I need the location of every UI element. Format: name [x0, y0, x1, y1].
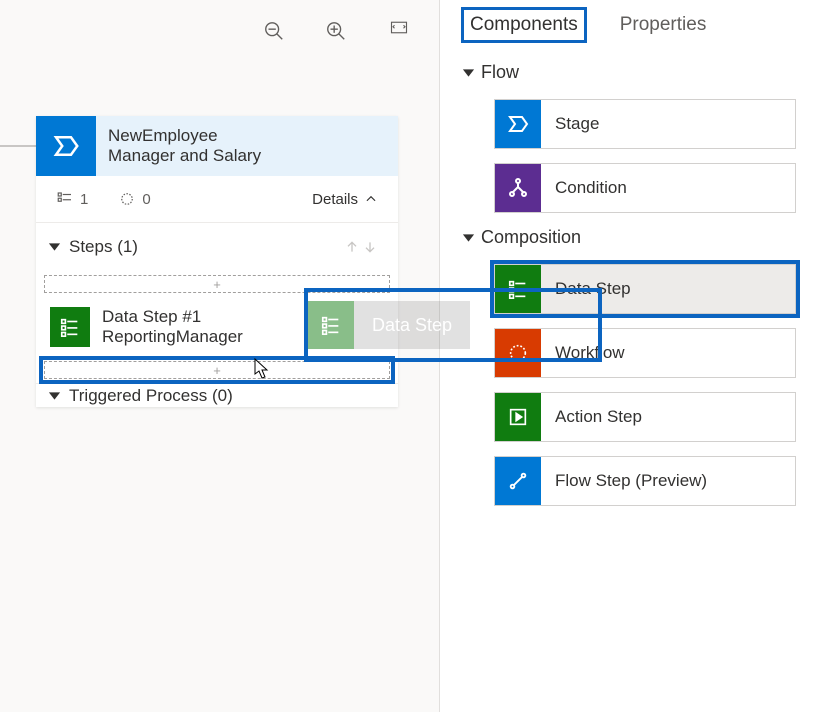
condition-icon — [495, 164, 541, 212]
component-condition[interactable]: Condition — [494, 163, 796, 213]
stage-card[interactable]: NewEmployee Manager and Salary 1 0 — [36, 116, 398, 407]
reorder-arrows[interactable] — [344, 239, 378, 255]
zoom-in-icon[interactable] — [325, 20, 347, 42]
canvas-toolbar — [263, 20, 409, 42]
tab-properties[interactable]: Properties — [614, 10, 713, 40]
data-step-icon — [50, 307, 90, 347]
component-workflow[interactable]: Workflow — [494, 328, 796, 378]
triangle-icon — [49, 243, 60, 250]
dropzone-after-step[interactable]: + — [44, 361, 390, 379]
component-label: Workflow — [541, 343, 625, 363]
data-step-item[interactable]: Data Step #1 ReportingManager — [36, 297, 398, 357]
component-label: Condition — [541, 178, 627, 198]
component-label: Stage — [541, 114, 599, 134]
component-label: Flow Step (Preview) — [541, 471, 707, 491]
stage-title: NewEmployee Manager and Salary — [96, 116, 273, 176]
component-label: Data Step — [541, 279, 631, 299]
workflow-icon — [495, 329, 541, 377]
side-panel: Components Properties Flow Stage Conditi… — [440, 0, 820, 712]
flow-step-icon — [495, 457, 541, 505]
stage-icon — [36, 116, 96, 176]
stage-connector-line — [0, 145, 36, 147]
chevron-up-icon — [364, 192, 378, 206]
data-step-icon — [495, 265, 541, 313]
component-action-step[interactable]: Action Step — [494, 392, 796, 442]
zoom-out-icon[interactable] — [263, 20, 285, 42]
component-label: Action Step — [541, 407, 642, 427]
component-flow-step[interactable]: Flow Step (Preview) — [494, 456, 796, 506]
triangle-icon — [49, 392, 60, 399]
component-data-step[interactable]: Data Step — [494, 264, 796, 314]
section-composition[interactable]: Composition — [464, 227, 796, 248]
stage-meta-row: 1 0 Details — [36, 176, 398, 223]
stage-icon — [495, 100, 541, 148]
data-step-name: Data Step #1 — [102, 307, 243, 327]
stage-title-line1: NewEmployee — [108, 126, 261, 146]
action-step-icon — [495, 393, 541, 441]
workflows-count: 0 — [118, 190, 150, 208]
stage-title-line2: Manager and Salary — [108, 146, 261, 166]
canvas-area: NewEmployee Manager and Salary 1 0 — [0, 0, 440, 712]
section-flow[interactable]: Flow — [464, 62, 796, 83]
triangle-icon — [463, 234, 474, 241]
steps-header[interactable]: Steps (1) — [36, 223, 398, 271]
triangle-icon — [463, 69, 474, 76]
details-toggle[interactable]: Details — [312, 191, 378, 208]
panel-tabs: Components Properties — [464, 10, 796, 40]
component-stage[interactable]: Stage — [494, 99, 796, 149]
fields-count: 1 — [56, 190, 88, 208]
stage-header[interactable]: NewEmployee Manager and Salary — [36, 116, 398, 176]
dropzone-before-step[interactable]: + — [44, 275, 390, 293]
data-step-subname: ReportingManager — [102, 327, 243, 347]
fit-screen-icon[interactable] — [387, 20, 409, 42]
tab-components[interactable]: Components — [464, 10, 584, 40]
triggered-process-header[interactable]: Triggered Process (0) — [36, 383, 398, 407]
